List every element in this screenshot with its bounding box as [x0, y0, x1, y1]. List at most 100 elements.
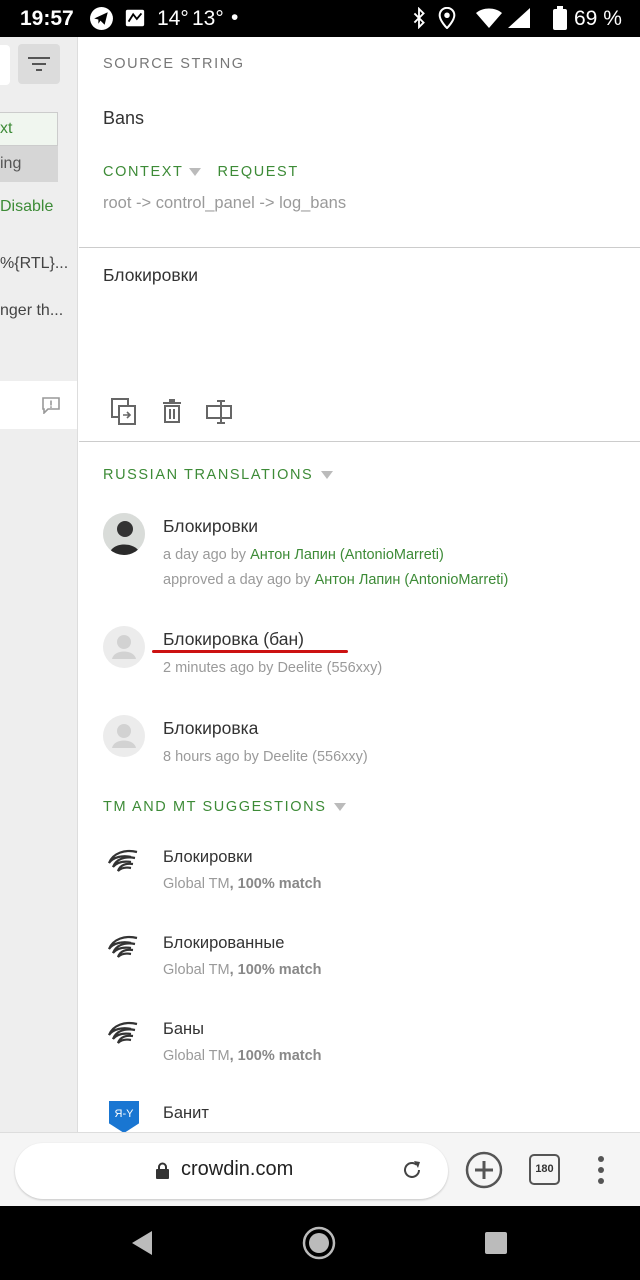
- translation-input[interactable]: Блокировки: [103, 265, 198, 286]
- tm-mt-suggestions-header[interactable]: TM AND MT SUGGESTIONS: [103, 799, 347, 815]
- plus-circle-icon: [465, 1151, 503, 1189]
- copy-source-icon: [111, 398, 136, 425]
- chevron-down-icon: [334, 803, 347, 811]
- translation-item[interactable]: Блокировки a day ago by Антон Лапин (Ant…: [103, 513, 623, 603]
- back-icon[interactable]: [130, 1230, 154, 1256]
- translation-meta: 2 minutes ago by Deelite (556xxy): [163, 660, 383, 676]
- approver-link[interactable]: Антон Лапин (AntonioMarreti): [315, 572, 509, 588]
- author-link[interactable]: Антон Лапин (AntonioMarreti): [250, 547, 444, 563]
- status-time: 19:57: [20, 7, 74, 30]
- context-tab[interactable]: CONTEXT: [103, 164, 183, 180]
- string-item-2[interactable]: nger th...: [0, 302, 63, 320]
- filter-button[interactable]: [18, 44, 60, 84]
- suggestion-item[interactable]: Баны Global TM, 100% match: [103, 1017, 623, 1077]
- search-input-edge[interactable]: [0, 45, 10, 85]
- user-icon: [112, 724, 136, 748]
- translation-meta: a day ago by Антон Лапин (AntonioMarreti…: [163, 547, 444, 563]
- disable-link[interactable]: Disable: [0, 198, 53, 216]
- source-string-text: Bans: [103, 108, 145, 128]
- battery-percent: 69 %: [574, 7, 622, 30]
- context-path: root -> control_panel -> log_bans: [103, 194, 347, 212]
- clear-button[interactable]: [163, 399, 181, 423]
- translation-editor[interactable]: Блокировки: [79, 248, 640, 441]
- wifi-icon: [476, 8, 502, 34]
- copy-source-button[interactable]: [111, 398, 137, 426]
- browser-toolbar: crowdin.com 180: [0, 1132, 640, 1206]
- suggestion-meta: Global TM, 100% match: [163, 876, 322, 892]
- browser-menu-button[interactable]: [596, 1154, 606, 1186]
- filter-icon: [28, 57, 50, 71]
- avatar-placeholder: [103, 715, 145, 757]
- avatar-placeholder: [103, 626, 145, 668]
- approval-meta: approved a day ago by Антон Лапин (Anton…: [163, 572, 508, 588]
- crowdin-tm-icon: [107, 849, 138, 872]
- suggestion-text: Блокированные: [163, 934, 285, 952]
- context-row: CONTEXT REQUEST: [103, 164, 299, 180]
- string-item-selected[interactable]: [0, 381, 77, 429]
- suggestion-match: , 100% match: [229, 876, 322, 892]
- system-navigation-bar: [0, 1206, 640, 1280]
- notification-dot: •: [231, 6, 239, 29]
- filter-option-1[interactable]: xt: [0, 112, 58, 146]
- temperature-2: 13°: [192, 7, 224, 30]
- suggestion-source: Global TM: [163, 876, 230, 892]
- trash-icon: [163, 399, 181, 423]
- request-tab[interactable]: REQUEST: [217, 164, 298, 180]
- telegram-icon: [89, 6, 114, 37]
- avatar: [103, 513, 145, 555]
- suggestion-source: Global TM: [163, 1048, 230, 1064]
- translation-text: Блокировка: [163, 718, 259, 738]
- url-text: crowdin.com: [181, 1158, 294, 1180]
- translation-item[interactable]: Блокировка 8 hours ago by Deelite (556xx…: [103, 715, 623, 785]
- comment-alert-icon: [42, 397, 60, 414]
- tab-switcher-button[interactable]: 180: [529, 1154, 560, 1185]
- yandex-translate-icon: Я-Y: [109, 1101, 139, 1132]
- meta-prefix: a day ago by: [163, 547, 251, 563]
- source-string-heading: SOURCE STRING: [103, 56, 245, 72]
- divider: [79, 441, 640, 442]
- address-bar[interactable]: crowdin.com: [15, 1143, 448, 1199]
- location-icon: [438, 6, 456, 35]
- tm-mt-suggestions-heading: TM AND MT SUGGESTIONS: [103, 799, 327, 815]
- battery-icon: [553, 6, 567, 36]
- suggestion-item[interactable]: Я-Y Банит: [103, 1101, 623, 1132]
- cell-signal-icon: [508, 8, 530, 34]
- string-item-1[interactable]: %{RTL}...: [0, 255, 68, 273]
- news-icon: [124, 7, 146, 35]
- split-view-button[interactable]: [206, 399, 232, 425]
- split-view-icon: [206, 400, 232, 424]
- chevron-down-icon: [321, 471, 334, 479]
- home-icon[interactable]: [302, 1226, 336, 1260]
- temperature-1: 14°: [157, 7, 189, 30]
- bluetooth-icon: [411, 6, 427, 35]
- filter-option-2[interactable]: ing: [0, 146, 58, 182]
- crowdin-tm-icon: [107, 935, 138, 958]
- status-bar: 19:57 14° 13° • 69 %: [0, 0, 640, 37]
- lock-icon: [156, 1162, 169, 1179]
- crowdin-tm-icon: [107, 1021, 138, 1044]
- editor-panel: SOURCE STRING Bans CONTEXT REQUEST root …: [79, 37, 640, 1132]
- chevron-down-icon: [189, 168, 202, 176]
- recents-icon[interactable]: [485, 1232, 507, 1254]
- suggestion-text: Банит: [163, 1104, 209, 1122]
- translation-meta: 8 hours ago by Deelite (556xxy): [163, 749, 368, 765]
- suggestion-item[interactable]: Блокировки Global TM, 100% match: [103, 845, 623, 905]
- suggestion-item[interactable]: Блокированные Global TM, 100% match: [103, 931, 623, 991]
- new-tab-button[interactable]: [465, 1151, 503, 1189]
- suggestion-text: Баны: [163, 1020, 204, 1038]
- filter-option-2-label: ing: [0, 155, 22, 172]
- red-underline-annotation: [152, 650, 348, 653]
- translation-text: Блокировки: [163, 516, 259, 536]
- translation-item[interactable]: Блокировка (бан) 2 minutes ago by Deelit…: [103, 626, 623, 696]
- russian-translations-heading: RUSSIAN TRANSLATIONS: [103, 467, 314, 483]
- strings-list-panel: xt ing Disable %{RTL}... nger th...: [0, 37, 78, 1132]
- russian-translations-header[interactable]: RUSSIAN TRANSLATIONS: [103, 467, 334, 483]
- filter-option-1-label: xt: [0, 120, 13, 137]
- suggestion-match: , 100% match: [229, 962, 322, 978]
- user-icon: [112, 635, 136, 659]
- suggestion-source: Global TM: [163, 962, 230, 978]
- suggestion-meta: Global TM, 100% match: [163, 962, 322, 978]
- reload-icon[interactable]: [401, 1159, 423, 1181]
- suggestion-match: , 100% match: [229, 1048, 322, 1064]
- suggestion-text: Блокировки: [163, 848, 253, 866]
